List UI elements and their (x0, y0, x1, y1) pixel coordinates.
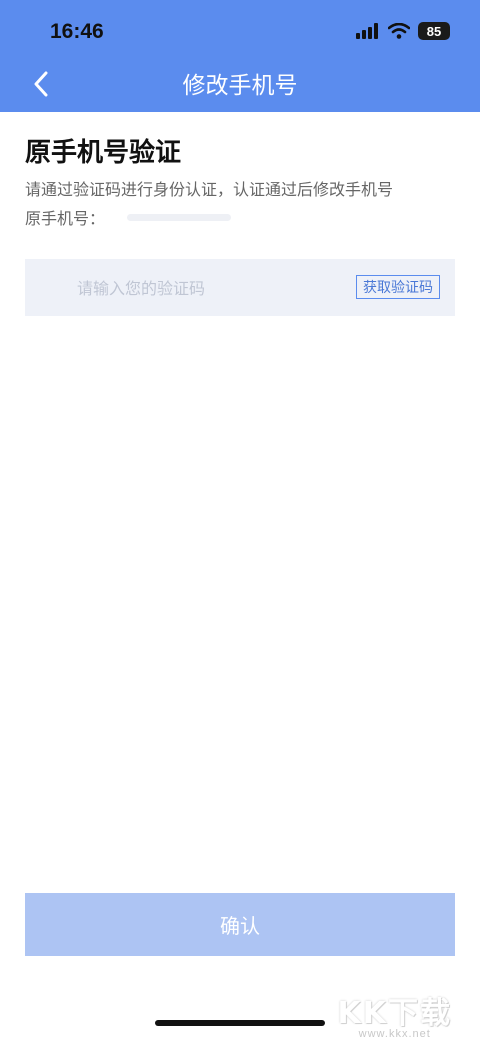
watermark: KK下载 www.kkx.net (338, 988, 453, 1040)
status-icons: 85 (356, 22, 450, 40)
signal-icon (356, 23, 378, 39)
status-time: 16:46 (50, 20, 104, 43)
section-title: 原手机号验证 (25, 138, 182, 168)
app-header: 16:46 85 修改手机号 (0, 0, 480, 112)
verification-code-input[interactable] (77, 275, 317, 301)
wifi-icon (388, 23, 410, 39)
home-indicator (155, 1020, 325, 1026)
get-code-button[interactable]: 获取验证码 (356, 275, 440, 299)
battery-icon: 85 (418, 22, 450, 40)
instruction-text: 请通过验证码进行身份认证，认证通过后修改手机号 (25, 180, 394, 199)
original-phone-label: 原手机号： (25, 209, 106, 228)
verification-code-box: 获取验证码 (25, 259, 455, 316)
original-phone-value (127, 213, 232, 221)
page-title: 修改手机号 (182, 73, 298, 99)
confirm-button[interactable]: 确认 (25, 893, 455, 956)
watermark-logo: KK下载 (337, 996, 452, 1031)
original-phone-row: 原手机号： (25, 205, 232, 229)
